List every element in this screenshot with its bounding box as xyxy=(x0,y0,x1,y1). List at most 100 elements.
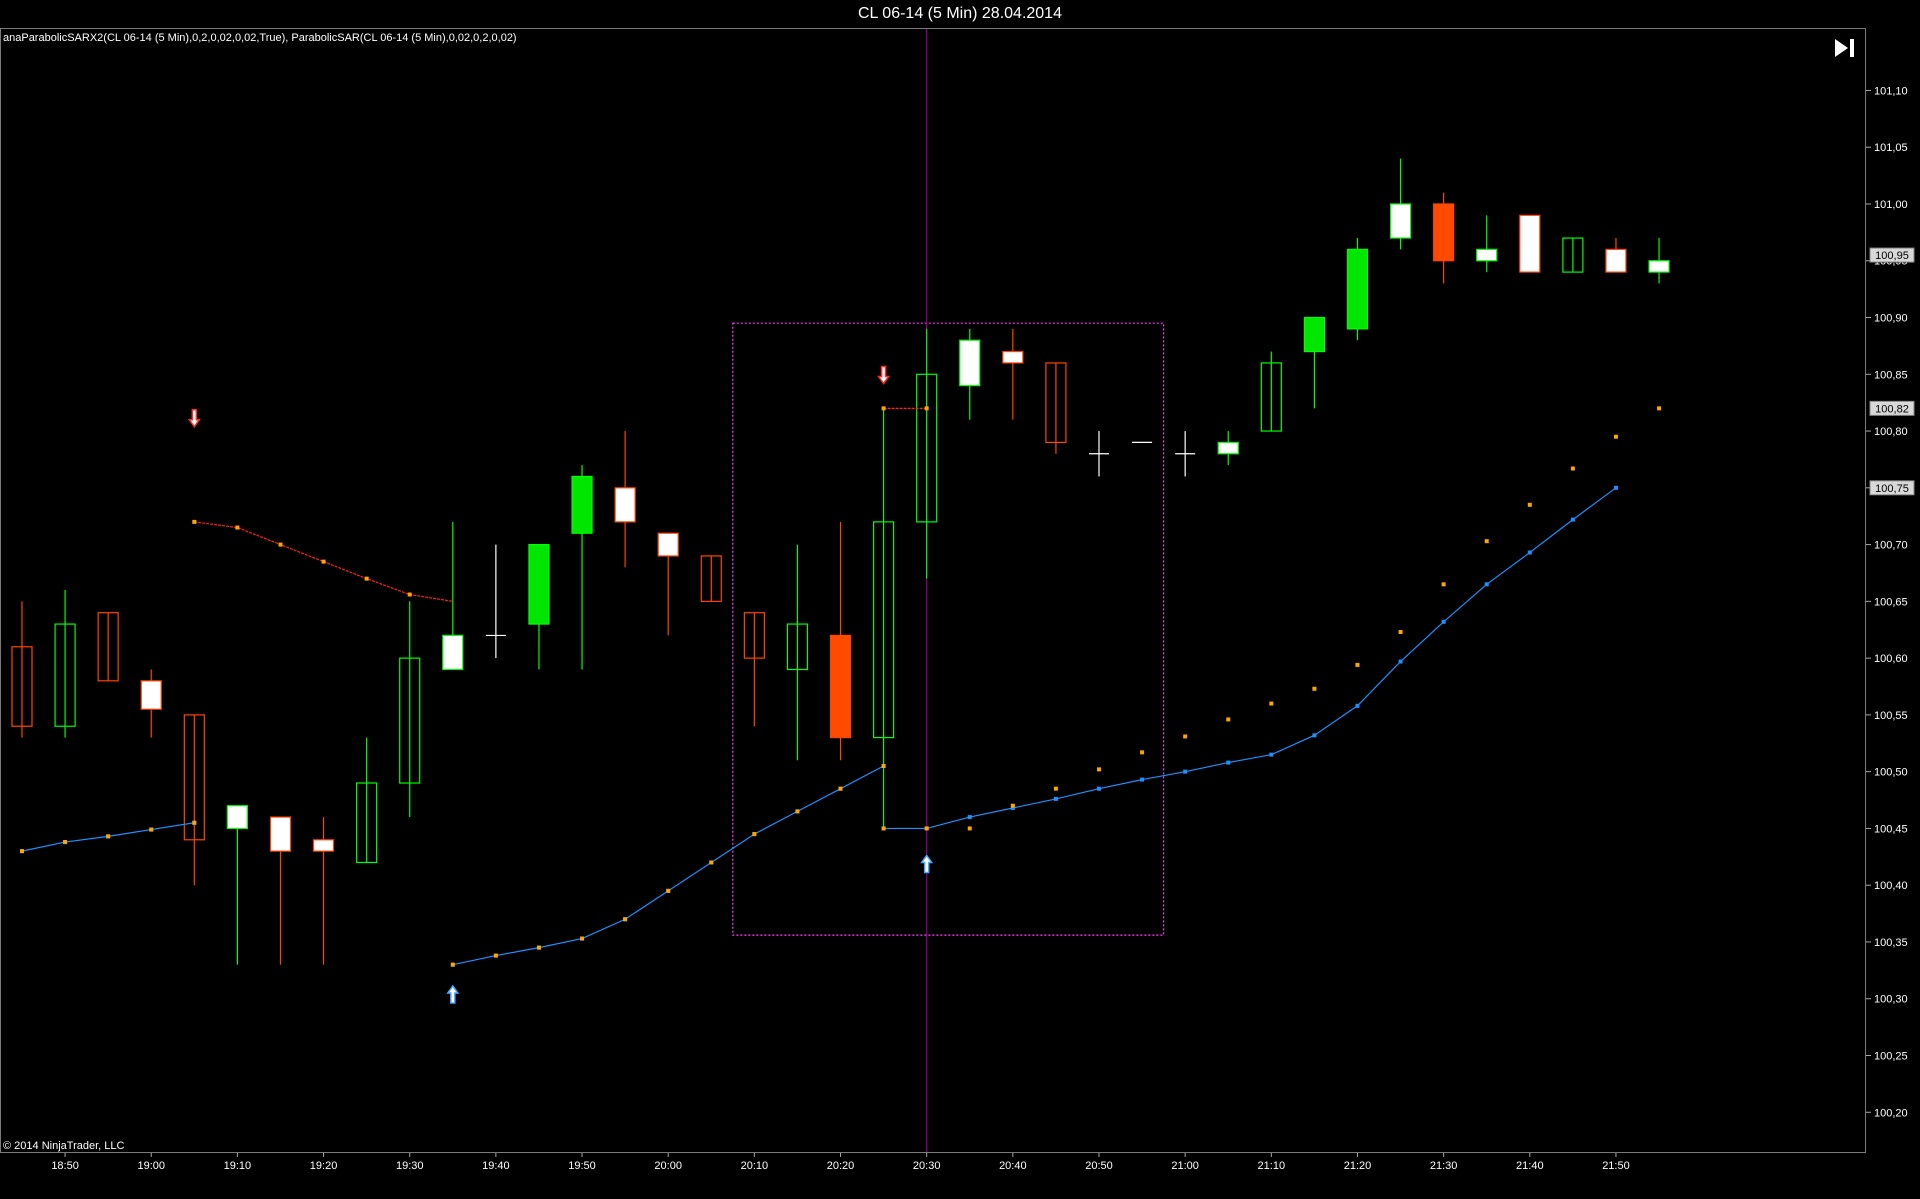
candle-body xyxy=(657,532,679,557)
sar-orange-point xyxy=(235,525,240,530)
x-tick-label: 21:10 xyxy=(1258,1160,1286,1172)
skip-to-end-icon[interactable] xyxy=(1832,36,1858,60)
sar-blue-point xyxy=(1527,550,1532,555)
sar-orange-point xyxy=(752,832,757,837)
sar-orange-point xyxy=(1398,630,1403,635)
x-tick-label: 20:00 xyxy=(654,1160,682,1172)
y-tick-label: 100,35 xyxy=(1874,937,1908,949)
x-tick-label: 21:50 xyxy=(1602,1160,1630,1172)
sar-blue-point xyxy=(1140,777,1145,782)
x-tick-label: 19:50 xyxy=(568,1160,596,1172)
indicator-label: anaParabolicSARX2(CL 06-14 (5 Min),0,2,0… xyxy=(3,32,517,44)
candle-body xyxy=(1605,248,1627,273)
candle-body xyxy=(1648,260,1670,273)
y-tick-label: 100,40 xyxy=(1874,880,1908,892)
sar-blue-line xyxy=(883,487,1617,830)
price-marker-label: 100,75 xyxy=(1875,483,1909,495)
sar-orange-point xyxy=(1140,750,1145,755)
sar-blue-point xyxy=(1183,769,1188,774)
sar-orange-point xyxy=(1484,539,1489,544)
sar-orange-point xyxy=(580,936,585,941)
sar-orange-point xyxy=(192,820,197,825)
y-tick-label: 101,00 xyxy=(1874,199,1908,211)
buy-arrow-icon xyxy=(920,854,934,874)
sar-orange-point xyxy=(1657,406,1662,411)
candle-body xyxy=(1476,248,1498,262)
price-marker-label: 100,82 xyxy=(1875,403,1909,415)
sar-orange-point xyxy=(666,888,671,893)
sar-orange-point xyxy=(1527,502,1532,507)
sar-orange-point xyxy=(623,917,628,922)
candle-body xyxy=(1346,248,1369,330)
sar-orange-point xyxy=(450,962,455,967)
sar-blue-point xyxy=(1613,485,1618,490)
y-tick-label: 100,30 xyxy=(1874,994,1908,1006)
x-tick-label: 20:50 xyxy=(1085,1160,1113,1172)
x-tick-label: 18:50 xyxy=(51,1160,79,1172)
x-tick-label: 21:30 xyxy=(1430,1160,1458,1172)
y-tick-label: 100,25 xyxy=(1874,1050,1908,1062)
y-tick-label: 100,60 xyxy=(1874,653,1908,665)
sar-orange-point xyxy=(493,953,498,958)
sell-arrow-icon xyxy=(187,408,201,428)
x-tick-label: 20:10 xyxy=(741,1160,769,1172)
sar-orange-point xyxy=(1312,686,1317,691)
sar-orange-point xyxy=(149,827,154,832)
y-tick-label: 100,50 xyxy=(1874,767,1908,779)
sar-blue-point xyxy=(1053,796,1058,801)
y-tick-label: 100,90 xyxy=(1874,313,1908,325)
sar-orange-point xyxy=(1441,582,1446,587)
sar-orange-point xyxy=(967,826,972,831)
candle-body xyxy=(614,487,636,523)
sar-orange-point xyxy=(1355,662,1360,667)
sar-orange-point xyxy=(1269,701,1274,706)
sar-blue-point xyxy=(1398,659,1403,664)
x-tick-label: 19:20 xyxy=(310,1160,338,1172)
y-tick-label: 100,65 xyxy=(1874,596,1908,608)
sar-orange-point xyxy=(192,519,197,524)
sar-blue-point xyxy=(967,815,972,820)
candle-body xyxy=(1389,203,1412,239)
sar-blue-point xyxy=(1441,619,1446,624)
price-chart[interactable]: 101,10 101,05 101,00 100,95 100,90 100,85 100,… xyxy=(0,0,1920,1199)
sar-blue-line xyxy=(452,765,884,966)
candle-body xyxy=(829,634,852,739)
copyright-text: © 2014 NinjaTrader, LLC xyxy=(3,1140,125,1152)
sar-blue-point xyxy=(1312,733,1317,738)
x-tick-label: 20:30 xyxy=(913,1160,941,1172)
y-tick-label: 100,70 xyxy=(1874,540,1908,552)
chart-title: CL 06-14 (5 Min) 28.04.2014 xyxy=(858,5,1062,22)
y-tick-label: 100,55 xyxy=(1874,710,1908,722)
x-tick-label: 20:40 xyxy=(999,1160,1027,1172)
candle-body xyxy=(959,339,981,387)
candle-body xyxy=(1303,316,1326,353)
y-tick-label: 101,10 xyxy=(1874,85,1908,97)
sell-arrow-icon xyxy=(877,365,891,385)
x-tick-label: 21:20 xyxy=(1344,1160,1372,1172)
sar-blue-point xyxy=(1269,752,1274,757)
candle-body xyxy=(312,839,335,852)
sar-orange-point xyxy=(924,826,929,831)
sar-orange-point xyxy=(106,834,111,839)
x-tick-label: 20:20 xyxy=(827,1160,855,1172)
y-tick-label: 100,85 xyxy=(1874,369,1908,381)
y-tick-label: 100,45 xyxy=(1874,823,1908,835)
sar-orange-point xyxy=(881,826,886,831)
sar-orange-point xyxy=(278,542,283,547)
sar-orange-point xyxy=(1226,717,1231,722)
sar-blue-point xyxy=(1097,786,1101,791)
x-tick-label: 19:10 xyxy=(224,1160,252,1172)
candle-body xyxy=(1002,350,1024,364)
sar-orange-point xyxy=(1010,803,1015,808)
sar-blue-point xyxy=(1570,517,1575,522)
y-tick-label: 100,80 xyxy=(1874,426,1908,438)
candle-body xyxy=(1433,203,1455,262)
candle-body xyxy=(226,805,248,830)
sar-orange-point xyxy=(407,592,412,597)
sar-orange-point xyxy=(924,406,929,411)
x-tick-label: 19:00 xyxy=(137,1160,165,1172)
x-tick-label: 19:40 xyxy=(482,1160,510,1172)
x-tick-label: 21:00 xyxy=(1171,1160,1199,1172)
sar-orange-point xyxy=(838,786,843,791)
sar-orange-point xyxy=(1053,786,1058,791)
